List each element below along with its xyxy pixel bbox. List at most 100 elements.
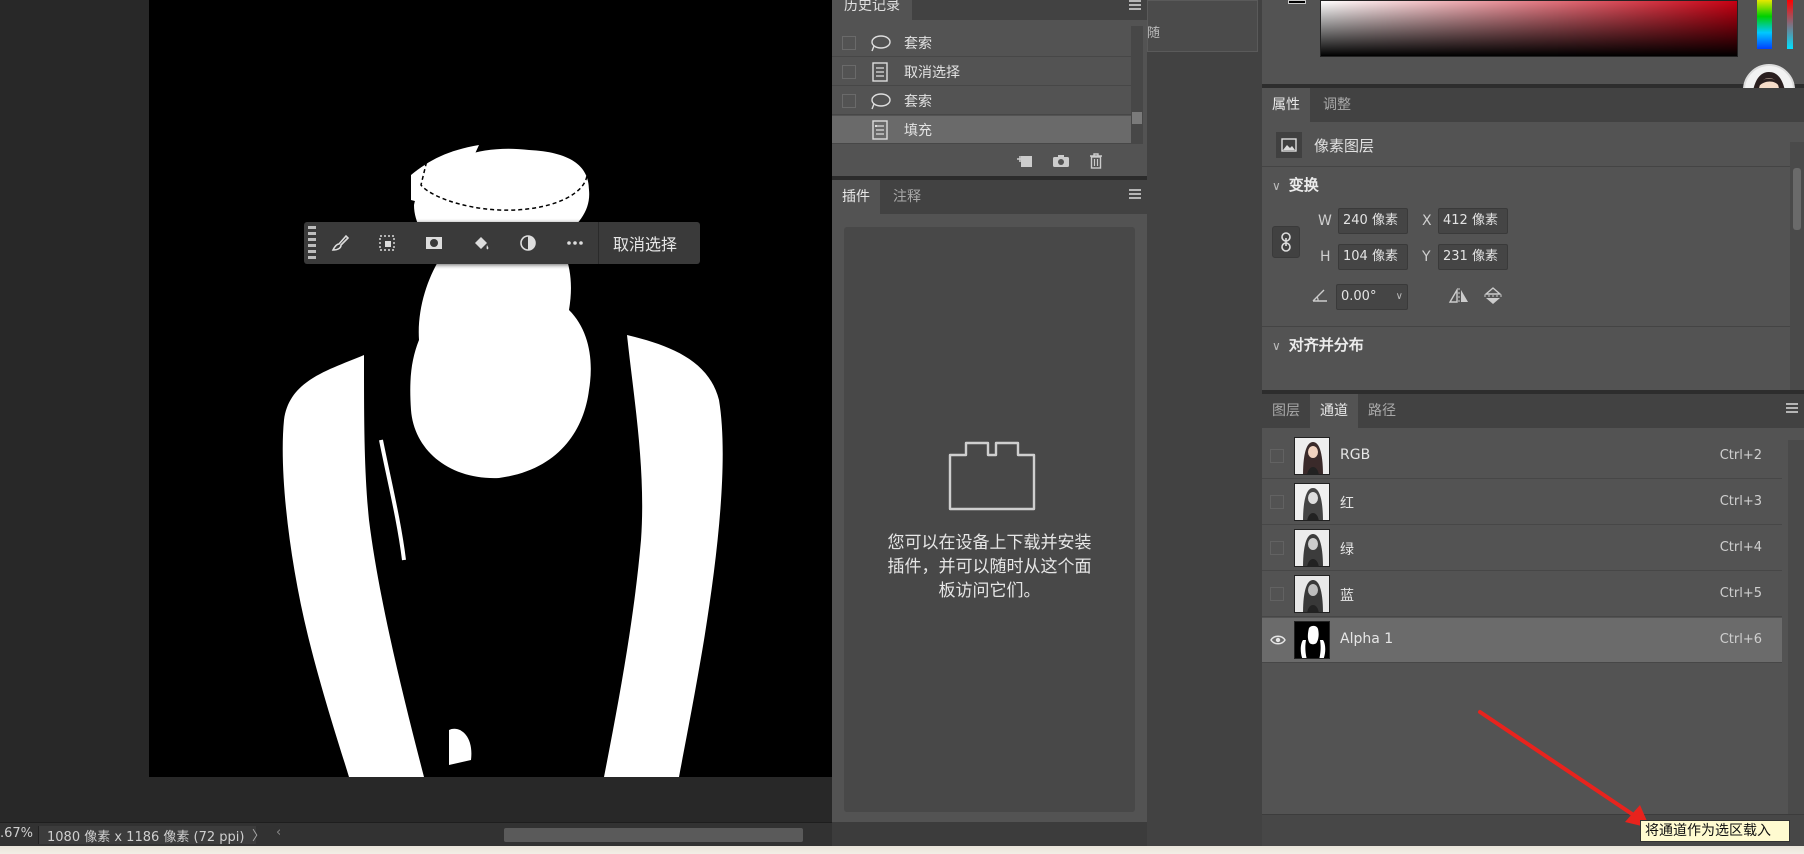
history-item[interactable]: 套索 bbox=[832, 29, 1132, 57]
panel-menu-icon[interactable] bbox=[1129, 189, 1141, 199]
channel-name: 蓝 bbox=[1340, 588, 1354, 604]
plugin-block-icon bbox=[948, 441, 1036, 515]
document-info: 1080 像素 x 1186 像素 (72 ppi) bbox=[38, 826, 256, 845]
history-item-label: 填充 bbox=[904, 122, 932, 139]
scroll-left-icon[interactable]: ‹ bbox=[276, 825, 281, 840]
panel-menu-icon[interactable] bbox=[1129, 0, 1141, 10]
contextual-task-bar: 取消选择 bbox=[304, 222, 700, 264]
link-proportions-icon[interactable] bbox=[1272, 226, 1300, 258]
select-subject-icon[interactable] bbox=[363, 222, 410, 264]
channel-row-blue[interactable]: 蓝 Ctrl+5 bbox=[1262, 572, 1782, 617]
tab-paths[interactable]: 路径 bbox=[1358, 394, 1406, 428]
channel-name: Alpha 1 bbox=[1340, 631, 1394, 647]
angle-value: 0.00° bbox=[1341, 289, 1377, 304]
tab-notes[interactable]: 注释 bbox=[883, 180, 931, 214]
history-footer bbox=[832, 146, 1132, 176]
trash-icon[interactable] bbox=[1086, 152, 1106, 170]
history-item-label: 取消选择 bbox=[904, 64, 960, 81]
camera-snapshot-icon[interactable] bbox=[1051, 152, 1071, 170]
flip-vertical-icon[interactable] bbox=[1484, 286, 1502, 310]
hue-slider-secondary[interactable] bbox=[1787, 0, 1793, 49]
lasso-icon bbox=[868, 33, 892, 53]
tab-history[interactable]: 历史记录 bbox=[832, 0, 912, 20]
tab-channels[interactable]: 通道 bbox=[1310, 394, 1358, 428]
chevron-down-icon[interactable]: ∨ bbox=[1396, 285, 1403, 309]
height-input[interactable]: 104 像素 bbox=[1338, 244, 1408, 270]
channels-scrollbar[interactable] bbox=[1788, 440, 1804, 840]
deselect-button[interactable]: 取消选择 bbox=[599, 231, 691, 255]
flip-horizontal-icon[interactable] bbox=[1448, 287, 1470, 308]
scrollbar-thumb[interactable] bbox=[1132, 112, 1142, 124]
mask-icon[interactable] bbox=[410, 222, 457, 264]
drag-grip-handle[interactable] bbox=[308, 226, 316, 260]
y-label: Y bbox=[1422, 249, 1431, 265]
history-item-selected[interactable]: 填充 bbox=[832, 116, 1132, 144]
middle-panel-column: 历史记录 套索 取消选择 套索 填充 插件 注释 您可以在设备上下载并安装插件，… bbox=[832, 0, 1147, 846]
document-canvas[interactable] bbox=[149, 0, 832, 777]
width-label: W bbox=[1318, 213, 1332, 229]
channel-thumbnail bbox=[1294, 529, 1330, 567]
scrollbar-thumb[interactable] bbox=[1793, 168, 1801, 230]
zoom-level[interactable]: .67% bbox=[0, 826, 33, 841]
fill-icon[interactable] bbox=[457, 222, 504, 264]
foreground-color-swatch[interactable] bbox=[1288, 0, 1306, 4]
channel-thumbnail bbox=[1294, 437, 1330, 475]
tab-adjustments[interactable]: 调整 bbox=[1313, 88, 1361, 122]
channel-row-green[interactable]: 绿 Ctrl+4 bbox=[1262, 526, 1782, 571]
channel-name: 绿 bbox=[1340, 542, 1354, 558]
tab-plugins[interactable]: 插件 bbox=[832, 180, 880, 214]
history-item[interactable]: 取消选择 bbox=[832, 58, 1132, 86]
properties-scrollbar[interactable] bbox=[1790, 142, 1804, 390]
canvas-area[interactable]: 取消选择 bbox=[0, 0, 832, 822]
plugins-panel: 插件 注释 您可以在设备上下载并安装插件，并可以随时从这个面板访问它们。 bbox=[832, 180, 1147, 846]
channel-shortcut: Ctrl+3 bbox=[1719, 494, 1762, 509]
history-source-checkbox[interactable] bbox=[842, 122, 856, 137]
history-tabbar: 历史记录 bbox=[832, 0, 1147, 20]
tab-layers[interactable]: 图层 bbox=[1262, 394, 1310, 428]
align-section-header[interactable]: ∨ 对齐并分布 bbox=[1272, 334, 1364, 355]
history-source-checkbox[interactable] bbox=[842, 35, 856, 50]
layer-type-label: 像素图层 bbox=[1314, 136, 1375, 155]
channel-row-rgb[interactable]: RGB Ctrl+2 bbox=[1262, 434, 1782, 479]
color-picker-field[interactable] bbox=[1320, 0, 1738, 57]
channel-shortcut: Ctrl+2 bbox=[1719, 448, 1762, 463]
panel-menu-icon[interactable] bbox=[1786, 403, 1798, 413]
channel-visibility-toggle[interactable] bbox=[1270, 449, 1284, 463]
y-input[interactable]: 231 像素 bbox=[1438, 244, 1508, 270]
alpha-channel-mask bbox=[282, 139, 723, 777]
lasso-icon bbox=[868, 91, 892, 111]
new-document-from-state-icon[interactable] bbox=[1015, 152, 1035, 170]
history-source-checkbox[interactable] bbox=[842, 93, 856, 108]
transform-section-header[interactable]: ∨ 变换 bbox=[1272, 174, 1319, 195]
adjustment-icon[interactable] bbox=[504, 222, 551, 264]
section-divider bbox=[1262, 326, 1790, 327]
hue-slider[interactable] bbox=[1757, 0, 1772, 49]
annotation-arrow bbox=[1478, 710, 1650, 828]
channel-row-red[interactable]: 红 Ctrl+3 bbox=[1262, 480, 1782, 525]
history-item[interactable]: 套索 bbox=[832, 87, 1132, 115]
history-scrollbar[interactable] bbox=[1131, 26, 1143, 144]
channel-thumbnail bbox=[1294, 621, 1330, 659]
brush-icon[interactable] bbox=[316, 222, 363, 264]
tab-properties[interactable]: 属性 bbox=[1262, 88, 1310, 122]
history-source-checkbox[interactable] bbox=[842, 64, 856, 79]
x-label: X bbox=[1422, 213, 1432, 229]
angle-input[interactable]: 0.00° ∨ bbox=[1336, 284, 1408, 310]
history-item-label: 套索 bbox=[904, 93, 932, 110]
transform-title: 变换 bbox=[1288, 176, 1319, 194]
channel-visibility-toggle[interactable] bbox=[1270, 495, 1284, 509]
status-menu-arrow-icon[interactable]: 〉 bbox=[252, 825, 265, 844]
horizontal-scrollbar-thumb[interactable] bbox=[504, 828, 803, 842]
collapsed-panel-label: 随 bbox=[1147, 26, 1161, 41]
more-icon[interactable] bbox=[551, 222, 598, 264]
channel-visibility-toggle[interactable] bbox=[1270, 587, 1284, 601]
collapsed-panel-stub[interactable] bbox=[1147, 0, 1258, 52]
width-input[interactable]: 240 像素 bbox=[1338, 208, 1408, 234]
x-input[interactable]: 412 像素 bbox=[1438, 208, 1508, 234]
history-item-label: 套索 bbox=[904, 35, 932, 52]
collapsed-panel-column bbox=[1147, 0, 1262, 846]
properties-panel: 属性 调整 像素图层 ∨ 变换 W 240 像素 X 412 像素 H 104 像… bbox=[1262, 88, 1804, 390]
channel-row-alpha[interactable]: Alpha 1 Ctrl+6 bbox=[1262, 618, 1782, 663]
eye-icon[interactable] bbox=[1270, 633, 1286, 647]
channel-visibility-toggle[interactable] bbox=[1270, 541, 1284, 555]
